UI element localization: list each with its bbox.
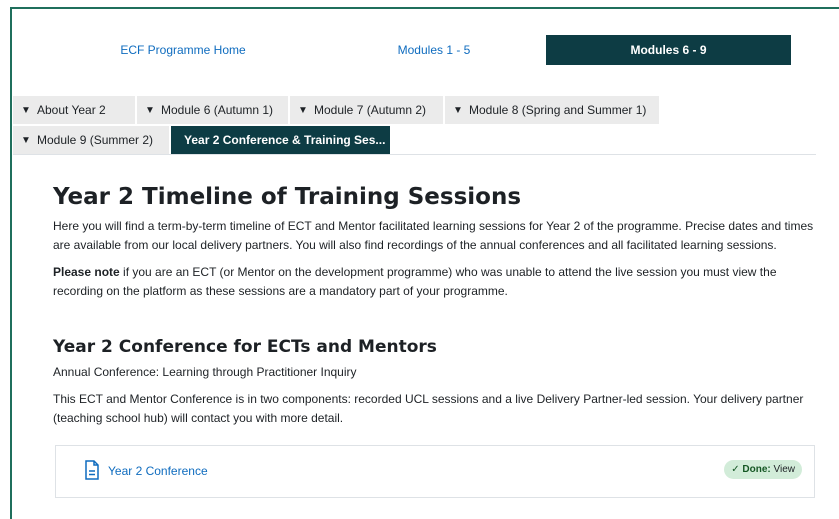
tab-label: Module 9 (Summer 2) xyxy=(37,133,154,147)
intro-paragraph: Here you will find a term-by-term timeli… xyxy=(53,219,814,252)
top-navigation: ECF Programme Home Modules 1 - 5 Modules… xyxy=(13,35,803,65)
section-text: This ECT and Mentor Conference is in two… xyxy=(53,392,804,425)
tab-module-8[interactable]: ▼ Module 8 (Spring and Summer 1) xyxy=(445,96,659,124)
note-text: if you are an ECT (or Mentor on the deve… xyxy=(53,265,777,298)
page-title: Year 2 Timeline of Training Sessions xyxy=(53,184,522,210)
chevron-down-icon: ▼ xyxy=(453,105,463,116)
chevron-down-icon: ▼ xyxy=(145,105,155,116)
tab-module-6[interactable]: ▼ Module 6 (Autumn 1) xyxy=(137,96,288,124)
tab-module-9[interactable]: ▼ Module 9 (Summer 2) xyxy=(13,126,169,154)
tab-divider xyxy=(13,154,816,155)
chevron-down-icon: ▼ xyxy=(21,105,31,116)
document-icon xyxy=(85,460,99,480)
tab-label: Module 6 (Autumn 1) xyxy=(161,103,274,117)
view-label: View xyxy=(770,464,795,475)
tab-label: Module 7 (Autumn 2) xyxy=(314,103,427,117)
tab-year-2-conference[interactable]: Year 2 Conference & Training Ses... xyxy=(171,126,390,154)
activity-year-2-conference[interactable]: Year 2 Conference ✓ Done: View xyxy=(55,445,815,498)
note-paragraph: Please note if you are an ECT (or Mentor… xyxy=(53,263,818,301)
tab-label: About Year 2 xyxy=(37,103,106,117)
section-subtitle: Annual Conference: Learning through Prac… xyxy=(53,365,357,379)
tab-module-7[interactable]: ▼ Module 7 (Autumn 2) xyxy=(290,96,443,124)
tab-label: Module 8 (Spring and Summer 1) xyxy=(469,103,647,117)
done-label: ✓ Done: xyxy=(731,464,771,475)
section-title: Year 2 Conference for ECTs and Mentors xyxy=(53,337,437,357)
tab-about-year-2[interactable]: ▼ About Year 2 xyxy=(13,96,135,124)
nav-modules-6-9[interactable]: Modules 6 - 9 xyxy=(546,35,791,65)
activity-title[interactable]: Year 2 Conference xyxy=(108,464,208,478)
completion-badge[interactable]: ✓ Done: View xyxy=(724,460,802,479)
nav-modules-1-5[interactable]: Modules 1 - 5 xyxy=(343,35,525,65)
note-label: Please note xyxy=(53,265,120,279)
chevron-down-icon: ▼ xyxy=(298,105,308,116)
nav-ecf-home[interactable]: ECF Programme Home xyxy=(13,35,353,65)
chevron-down-icon: ▼ xyxy=(21,135,31,146)
